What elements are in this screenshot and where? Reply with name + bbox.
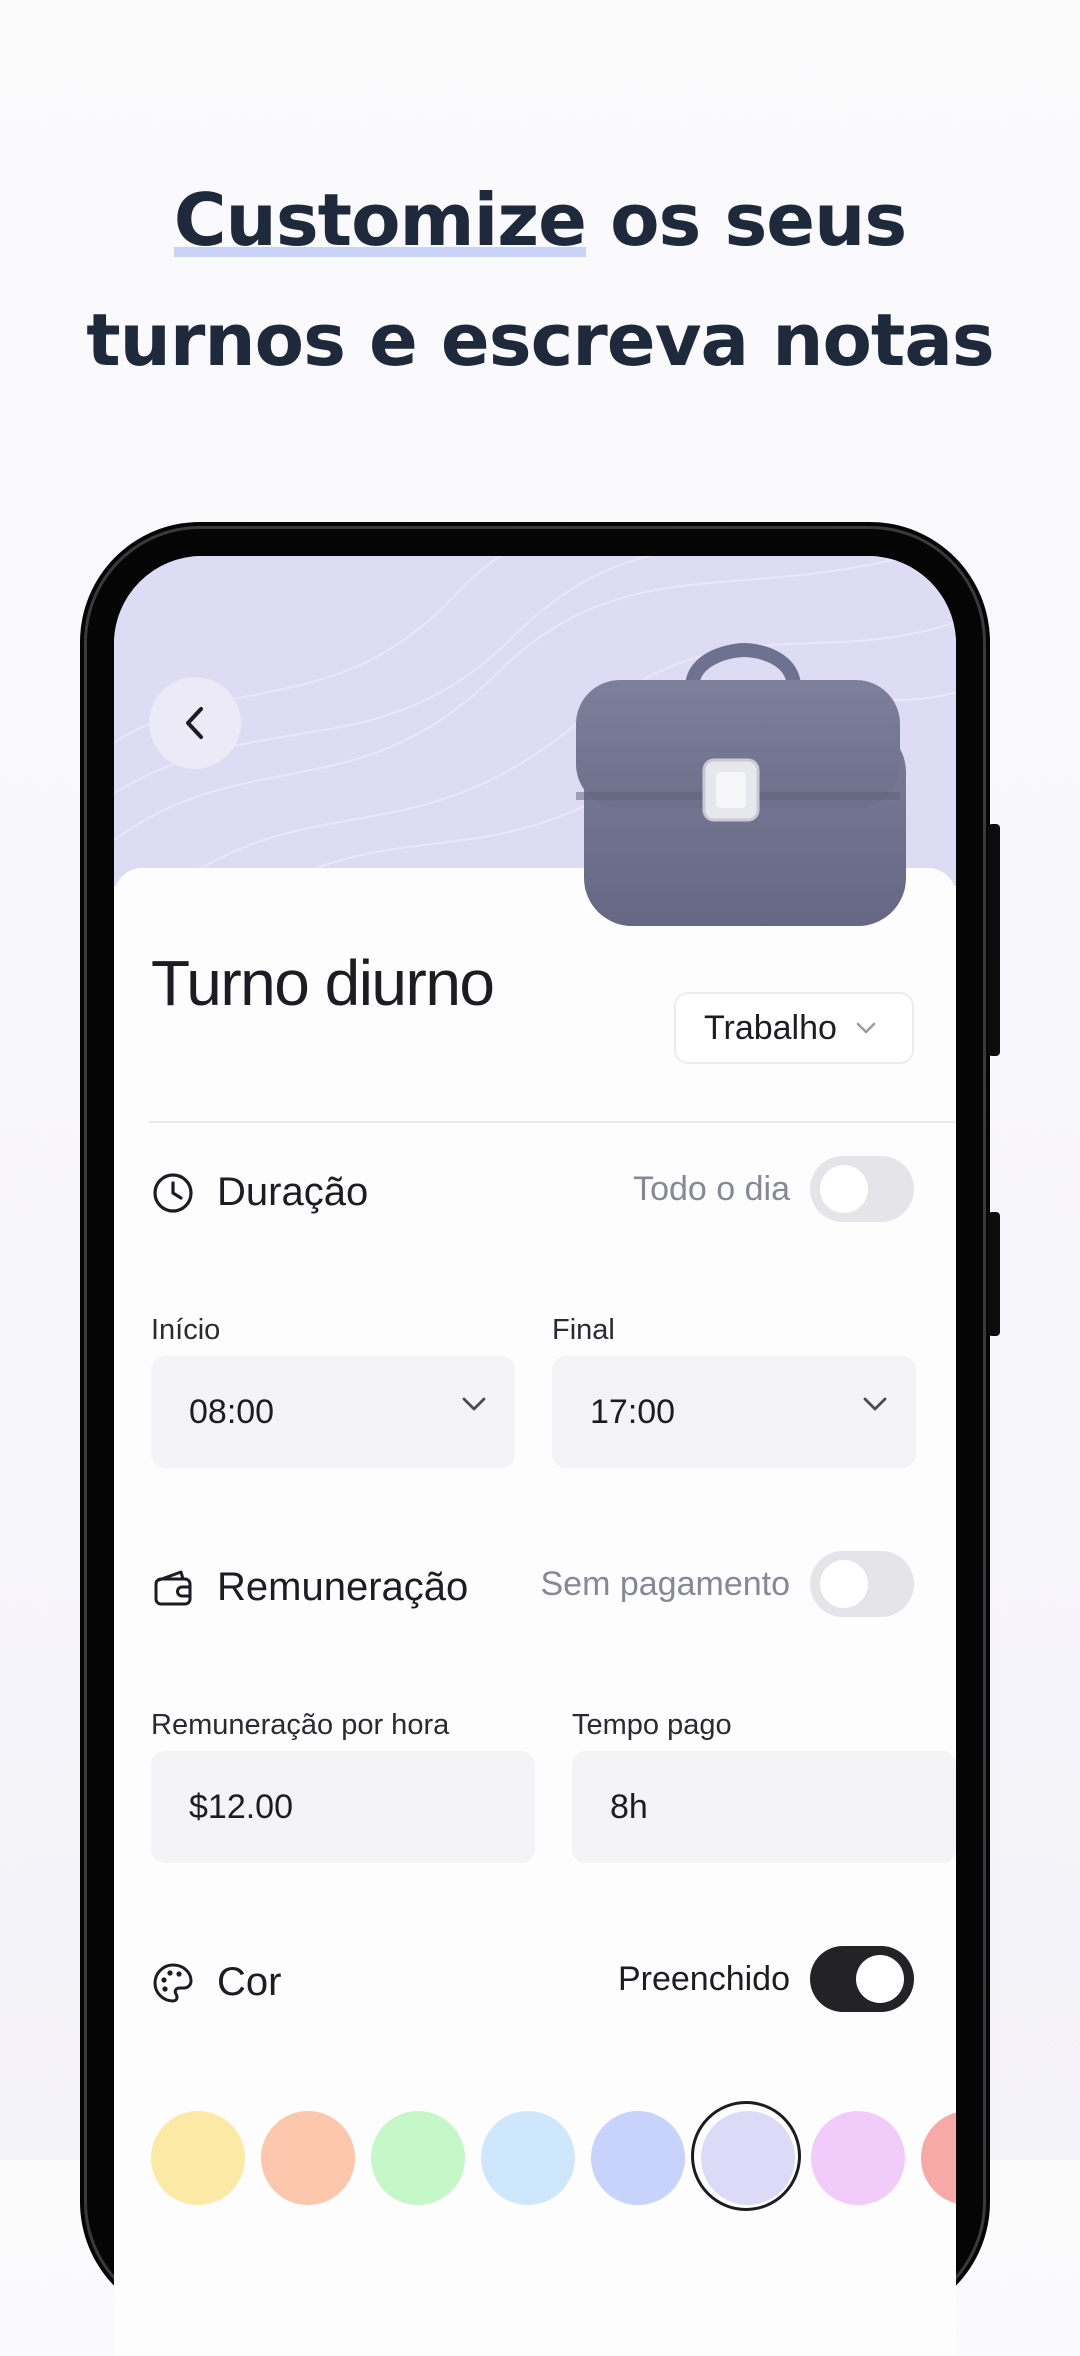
volume-button (988, 824, 1000, 1056)
toggle-knob (820, 1165, 868, 1213)
headline-line-2: turnos e escreva notas (86, 298, 995, 382)
duration-header: Duração (151, 1170, 368, 1215)
headline-highlight: Customize (173, 178, 587, 262)
app-screen: Turno diurno Trabalho Duração Todo o dia… (114, 556, 956, 2356)
toggle-knob (820, 1560, 868, 1608)
color-swatch[interactable] (691, 2101, 801, 2211)
hourly-rate-value: $12.00 (189, 1787, 293, 1826)
palette-icon (153, 1963, 193, 2002)
no-pay-toggle[interactable] (810, 1551, 914, 1617)
paid-time-value: 8h (610, 1787, 648, 1826)
no-pay-control: Sem pagamento (540, 1551, 914, 1617)
pay-label: Remuneração (217, 1565, 469, 1609)
all-day-label: Todo o dia (633, 1169, 790, 1208)
color-swatch[interactable] (371, 2111, 465, 2205)
start-time-value: 08:00 (189, 1392, 275, 1431)
category-dropdown[interactable]: Trabalho (674, 992, 914, 1064)
color-swatches (151, 2101, 956, 2211)
chevron-down-icon (863, 1397, 887, 1411)
start-time-select[interactable]: 08:00 (151, 1356, 515, 1468)
filled-toggle[interactable] (810, 1946, 914, 2012)
chevron-down-icon (856, 1022, 876, 1034)
color-swatch[interactable] (261, 2111, 355, 2205)
pay-header: Remuneração (151, 1565, 468, 1610)
paid-time-input[interactable]: 8h (572, 1751, 956, 1863)
color-swatch[interactable] (481, 2111, 575, 2205)
category-value: Trabalho (704, 1008, 837, 1047)
briefcase-icon (576, 642, 906, 926)
back-button[interactable] (149, 677, 241, 769)
headline: Customize os seus turnos e escreva notas (0, 160, 1080, 400)
filled-label: Preenchido (617, 1959, 790, 1998)
filled-control: Preenchido (618, 1946, 914, 2012)
no-pay-label: Sem pagamento (540, 1564, 791, 1603)
all-day-toggle[interactable] (810, 1156, 914, 1222)
end-label: Final (552, 1314, 615, 1346)
headline-line-1-rest: os seus (586, 178, 907, 262)
end-time-value: 17:00 (590, 1392, 676, 1431)
back-arrow-icon (186, 707, 203, 739)
color-swatch[interactable] (151, 2111, 245, 2205)
chevron-down-icon (462, 1397, 486, 1411)
color-label: Cor (217, 1960, 282, 2004)
color-header: Cor (151, 1960, 281, 2005)
wallet-icon (154, 1570, 192, 1605)
toggle-knob (856, 1955, 904, 2003)
headline-line-1: Customize os seus (0, 160, 1080, 280)
duration-label: Duração (217, 1170, 369, 1214)
end-time-select[interactable]: 17:00 (552, 1356, 916, 1468)
hourly-rate-label: Remuneração por hora (151, 1709, 450, 1741)
divider (149, 1121, 956, 1123)
phone-frame: Turno diurno Trabalho Duração Todo o dia… (80, 522, 1000, 2356)
color-swatch[interactable] (591, 2111, 685, 2205)
paid-time-label: Tempo pago (572, 1709, 732, 1741)
color-swatch[interactable] (811, 2111, 905, 2205)
shift-title[interactable]: Turno diurno (151, 946, 495, 1020)
start-label: Início (151, 1314, 221, 1346)
power-button (988, 1212, 1000, 1336)
hourly-rate-input[interactable]: $12.00 (151, 1751, 535, 1863)
all-day-control: Todo o dia (633, 1156, 914, 1222)
color-swatch[interactable] (921, 2111, 956, 2205)
clock-icon (153, 1172, 193, 1213)
